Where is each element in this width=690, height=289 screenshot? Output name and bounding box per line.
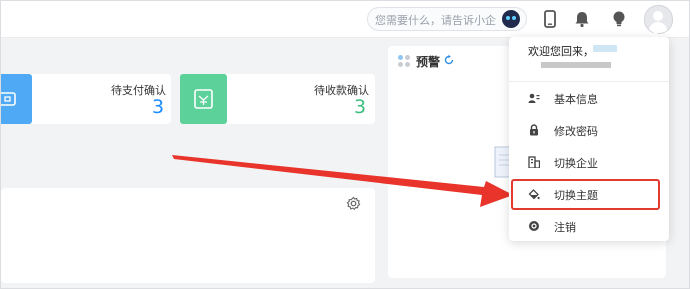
app-window: 您需要什么，请告诉小企 待支付确认 3 待收款确认 3 预警 欢迎您回来， 基本…	[0, 0, 690, 289]
user-card-icon	[528, 93, 540, 103]
building-icon	[528, 156, 540, 168]
menu-item-label: 切换企业	[554, 157, 598, 170]
menu-divider	[509, 81, 669, 82]
highlight-box	[511, 179, 660, 210]
welcome-text: 欢迎您回来，	[528, 45, 594, 58]
menu-item-label: 注销	[554, 221, 576, 234]
masked-account	[541, 62, 611, 68]
logout-icon	[529, 221, 539, 231]
masked-name	[593, 45, 617, 52]
menu-item-label: 基本信息	[554, 93, 598, 106]
menu-item-label: 修改密码	[554, 125, 598, 138]
lock-icon	[530, 124, 538, 136]
